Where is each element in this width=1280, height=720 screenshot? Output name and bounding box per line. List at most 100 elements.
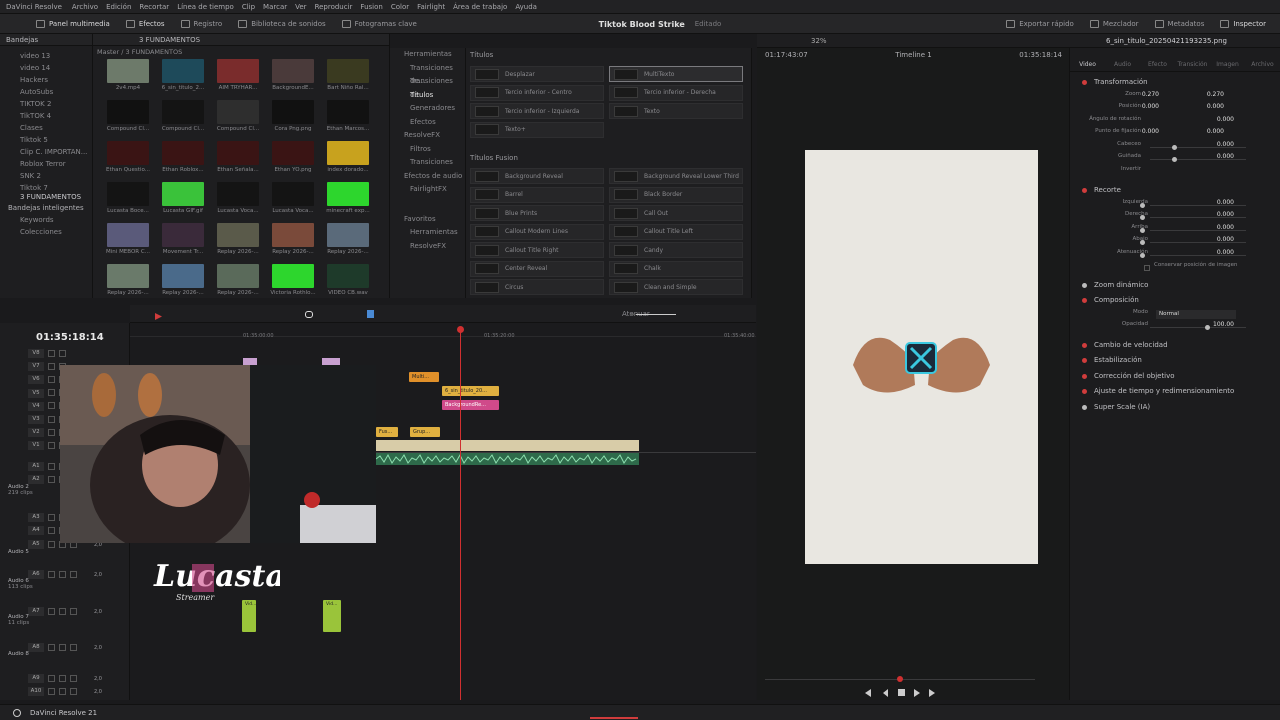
fx-nav-item-titles[interactable]: Títulos (390, 89, 465, 103)
lock-icon[interactable] (48, 349, 55, 357)
eye-icon[interactable] (59, 349, 66, 357)
mode-select[interactable]: Normal (1156, 310, 1236, 319)
effect-item[interactable]: Texto (609, 103, 743, 119)
media-clip[interactable]: Ethan Marcos... (323, 100, 378, 138)
media-clip[interactable]: Victoria Rothlo... (268, 264, 323, 302)
crop-soft-knob[interactable] (1140, 253, 1145, 258)
lock-icon[interactable] (48, 402, 55, 410)
yaw-field[interactable]: 0.000 (1217, 153, 1234, 160)
yaw-knob[interactable] (1172, 157, 1177, 162)
solo-icon[interactable] (70, 687, 77, 695)
media-clip[interactable]: 2v4.mp4 (103, 59, 158, 97)
anchor-y-field[interactable]: 0.000 (1207, 128, 1224, 135)
fx-nav-item[interactable]: FairlightFX (390, 183, 465, 197)
menu-clip[interactable]: Clip (242, 3, 255, 11)
video-track-header[interactable]: V8 (0, 347, 130, 360)
media-clip[interactable]: Lucasta Voca... (213, 182, 268, 220)
section-speed[interactable]: Cambio de velocidad (1072, 338, 1274, 352)
section-lens[interactable]: Corrección del objetivo (1072, 369, 1274, 383)
section-dynamic-zoom[interactable]: Zoom dinámico (1072, 278, 1274, 292)
menu-timeline[interactable]: Línea de tiempo (177, 3, 234, 11)
opacity-knob[interactable] (1205, 325, 1210, 330)
bin-item[interactable]: Clip C. IMPORTAN... (0, 146, 92, 158)
lock-icon[interactable] (48, 687, 55, 695)
menu-file[interactable]: Archivo (72, 3, 98, 11)
lock-icon[interactable] (48, 441, 55, 449)
pitch-field[interactable]: 0.000 (1217, 141, 1234, 148)
tab-audio[interactable]: Audio (1105, 48, 1140, 71)
fast-forward-icon[interactable] (929, 689, 935, 697)
crop-top-knob[interactable] (1140, 228, 1145, 233)
menu-app[interactable]: DaVinci Resolve (6, 3, 62, 11)
clip-group[interactable]: Grup... (410, 427, 440, 437)
bin-item-selected[interactable]: 3 FUNDAMENTOS (0, 194, 92, 200)
clip-multitext[interactable]: Multi... (409, 372, 439, 382)
menu-fusion[interactable]: Fusion (360, 3, 382, 11)
media-clip[interactable]: Replay 2026-... (323, 223, 378, 261)
lock-icon[interactable] (48, 570, 55, 578)
effect-item[interactable]: Black Border (609, 186, 743, 203)
media-clip[interactable]: AIM TRYHAR... (213, 59, 268, 97)
tab-video[interactable]: Video (1070, 48, 1105, 71)
anchor-x-field[interactable]: 0.000 (1142, 128, 1159, 135)
retain-checkbox[interactable] (1144, 265, 1150, 271)
breadcrumb[interactable]: Master / 3 FUNDAMENTOS (93, 46, 389, 59)
media-clip[interactable]: Replay 2026-... (268, 223, 323, 261)
effect-item[interactable]: Callout Modern Lines (470, 223, 604, 240)
effect-item[interactable]: Background Reveal Lower Third (609, 168, 743, 184)
selection-tool-icon[interactable] (155, 313, 162, 320)
media-clip[interactable]: Replay 2026-... (158, 264, 213, 302)
clip-fusion[interactable]: Fus... (376, 427, 398, 437)
lock-icon[interactable] (48, 643, 55, 651)
effect-item[interactable]: Callout Title Left (609, 223, 743, 240)
media-clip[interactable]: Compound Cl... (213, 100, 268, 138)
bin-item[interactable]: Clases (0, 122, 92, 134)
bin-item[interactable]: AutoSubs (0, 86, 92, 98)
solo-icon[interactable] (70, 570, 77, 578)
effect-item[interactable]: Background Reveal (470, 168, 604, 184)
tab-file[interactable]: Archivo (1245, 48, 1280, 71)
media-clip[interactable]: index dorado... (323, 141, 378, 179)
menu-help[interactable]: Ayuda (515, 3, 537, 11)
effect-item[interactable]: Center Reveal (470, 260, 604, 277)
clip-audio-a7b[interactable]: Vid... (323, 600, 341, 632)
solo-icon[interactable] (70, 643, 77, 651)
enable-dot[interactable] (1082, 297, 1087, 303)
section-crop[interactable]: Recorte (1072, 183, 1274, 197)
menu-color[interactable]: Color (391, 3, 409, 11)
section-composite[interactable]: Composición (1072, 293, 1274, 307)
page-edit-tab[interactable] (590, 707, 638, 719)
effect-item[interactable]: Call Out (609, 205, 743, 221)
smart-bin-keywords[interactable]: Keywords (0, 214, 92, 226)
lock-icon[interactable] (48, 607, 55, 615)
position-y-field[interactable]: 0.000 (1207, 103, 1224, 110)
enable-dot[interactable] (1082, 373, 1087, 379)
effect-item[interactable]: Tercio inferior - Izquierda (470, 103, 604, 119)
bin-item[interactable]: Hackers (0, 74, 92, 86)
crop-top-field[interactable]: 0.000 (1217, 224, 1234, 231)
media-clip[interactable]: Ethan Roblox... (158, 141, 213, 179)
bin-item[interactable]: video 14 (0, 62, 92, 74)
crop-right-field[interactable]: 0.000 (1217, 211, 1234, 218)
tab-transition[interactable]: Transición (1175, 48, 1210, 71)
menu-playback[interactable]: Reproducir (315, 3, 353, 11)
play-icon[interactable] (914, 689, 920, 697)
opacity-field[interactable]: 100.00 (1213, 321, 1234, 328)
fav-item[interactable]: Herramientas (390, 226, 465, 240)
effect-item[interactable]: MultiTexto (609, 66, 743, 82)
effect-item[interactable]: Candy (609, 242, 743, 258)
section-superscale[interactable]: Super Scale (IA) (1072, 400, 1274, 414)
media-clip[interactable]: Movement Tr... (158, 223, 213, 261)
section-retime[interactable]: Ajuste de tiempo y redimensionamiento (1072, 384, 1274, 398)
audio-track-header[interactable]: A9 2,0 (0, 672, 130, 685)
effects-button[interactable]: Efectos (118, 14, 173, 34)
effect-item[interactable]: Texto+ (470, 121, 604, 138)
link-icon[interactable] (305, 311, 313, 318)
lock-icon[interactable] (48, 375, 55, 383)
pitch-knob[interactable] (1172, 145, 1177, 150)
playhead[interactable] (460, 327, 461, 700)
quick-export-button[interactable]: Exportar rápido (998, 14, 1082, 34)
mute-icon[interactable] (59, 643, 66, 651)
viewer-canvas[interactable] (805, 150, 1038, 564)
crop-left-field[interactable]: 0.000 (1217, 199, 1234, 206)
